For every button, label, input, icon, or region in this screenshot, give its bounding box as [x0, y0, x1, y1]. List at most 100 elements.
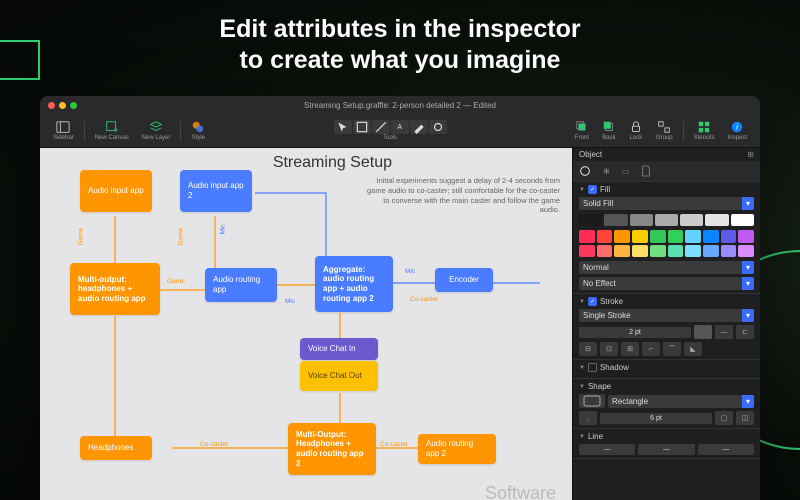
swatch[interactable]: [655, 214, 678, 226]
inspector-grid-toggle[interactable]: ⊞: [747, 150, 754, 159]
line-start-field[interactable]: —: [579, 444, 635, 455]
select-tool-icon[interactable]: [334, 120, 352, 134]
swatch[interactable]: [579, 230, 595, 243]
line-end-field[interactable]: —: [698, 444, 754, 455]
fill-enabled-checkbox[interactable]: ✓: [588, 185, 597, 194]
text-tool-icon[interactable]: A: [391, 120, 409, 134]
section-shadow: Shadow: [573, 360, 760, 379]
node-audio-input-app[interactable]: Audio input app: [80, 170, 152, 212]
node-encoder[interactable]: Encoder: [435, 268, 493, 292]
tab-properties[interactable]: ✻: [597, 161, 616, 181]
stroke-cap-dropdown[interactable]: ⊏: [736, 325, 754, 339]
canvas[interactable]: Streaming Setup Initial experiments sugg…: [40, 148, 572, 500]
swatch[interactable]: [604, 214, 627, 226]
new-layer-button[interactable]: New Layer: [137, 119, 176, 142]
node-audio-routing-app-2[interactable]: Audio routing app 2: [418, 434, 496, 464]
node-voice-chat-in[interactable]: Voice Chat In: [300, 338, 378, 360]
stroke-join-round[interactable]: ⌒: [663, 342, 681, 356]
minimize-icon[interactable]: [59, 102, 66, 109]
inspect-button[interactable]: i Inspect: [723, 119, 752, 142]
tab-canvas[interactable]: ▭: [616, 161, 636, 181]
node-audio-routing-app[interactable]: Audio routing app: [205, 268, 277, 302]
shape-tool-icon[interactable]: [353, 120, 371, 134]
line-tool-icon[interactable]: [372, 120, 390, 134]
shadow-enabled-checkbox[interactable]: [588, 363, 597, 372]
edge-label: Co-caster: [410, 296, 438, 303]
shape-option-1[interactable]: ▢: [715, 411, 733, 425]
stroke-dash-dropdown[interactable]: —: [715, 325, 733, 339]
swatch[interactable]: [597, 230, 613, 243]
tab-object[interactable]: [573, 161, 597, 181]
swatch[interactable]: [650, 230, 666, 243]
swatch[interactable]: [579, 245, 595, 258]
fill-effect-dropdown[interactable]: No Effect: [579, 277, 754, 290]
fill-type-dropdown[interactable]: Solid Fill: [579, 197, 754, 210]
node-headphones[interactable]: Headphones: [80, 436, 152, 460]
swatch[interactable]: [614, 245, 630, 258]
window-title: Streaming Setup.graffle: 2-person detail…: [40, 101, 760, 110]
swatch[interactable]: [579, 214, 602, 226]
node-multi-output-2[interactable]: Multi-Output: Headphones + audio routing…: [288, 423, 376, 475]
swatch[interactable]: [731, 214, 754, 226]
window-controls[interactable]: [48, 102, 77, 109]
swatch[interactable]: [738, 230, 754, 243]
stroke-color-swatch[interactable]: [694, 325, 712, 339]
stroke-position-center[interactable]: ⊡: [600, 342, 618, 356]
back-button[interactable]: Back: [597, 119, 621, 142]
shape-preview[interactable]: [579, 394, 605, 408]
swatch[interactable]: [668, 245, 684, 258]
swatch[interactable]: [703, 230, 719, 243]
stroke-enabled-checkbox[interactable]: ✓: [588, 297, 597, 306]
swatch[interactable]: [705, 214, 728, 226]
blend-mode-dropdown[interactable]: Normal: [579, 261, 754, 274]
node-multi-output-1[interactable]: Multi-output: headphones + audio routing…: [70, 263, 160, 315]
swatch[interactable]: [738, 245, 754, 258]
edge-label: Co-caster: [380, 441, 408, 448]
diagram-title: Streaming Setup: [273, 154, 392, 172]
shape-option-2[interactable]: ◫: [736, 411, 754, 425]
sidebar-button[interactable]: Sidebar: [48, 119, 79, 142]
tools-group[interactable]: A Tools: [329, 119, 452, 142]
node-aggregate[interactable]: Aggregate: audio routing app + audio rou…: [315, 256, 393, 312]
group-button[interactable]: Group: [651, 119, 678, 142]
brush-tool-icon[interactable]: [429, 120, 447, 134]
diagram-description: Initial experiments suggest a delay of 2…: [365, 176, 560, 215]
stroke-position-outside[interactable]: ⊞: [621, 342, 639, 356]
stroke-type-dropdown[interactable]: Single Stroke: [579, 309, 754, 322]
swatch[interactable]: [668, 230, 684, 243]
close-icon[interactable]: [48, 102, 55, 109]
node-audio-input-app-2[interactable]: Audio input app 2: [180, 170, 252, 212]
front-button[interactable]: Front: [570, 119, 594, 142]
swatch[interactable]: [721, 230, 737, 243]
swatch[interactable]: [597, 245, 613, 258]
swatch[interactable]: [680, 214, 703, 226]
swatch[interactable]: [632, 230, 648, 243]
toolbar: Sidebar + New Canvas New Layer Style A: [40, 114, 760, 148]
stroke-join-bevel[interactable]: ◣: [684, 342, 702, 356]
color-swatches: [579, 230, 754, 257]
info-icon: i: [730, 120, 744, 134]
swatch[interactable]: [630, 214, 653, 226]
line-mid-field[interactable]: —: [638, 444, 694, 455]
pen-tool-icon[interactable]: [410, 120, 428, 134]
swatch[interactable]: [721, 245, 737, 258]
lock-button[interactable]: Lock: [624, 119, 648, 142]
zoom-icon[interactable]: [70, 102, 77, 109]
new-canvas-button[interactable]: + New Canvas: [90, 119, 134, 142]
swatch[interactable]: [703, 245, 719, 258]
stroke-position-inside[interactable]: ⊟: [579, 342, 597, 356]
swatch[interactable]: [650, 245, 666, 258]
swatch[interactable]: [614, 230, 630, 243]
node-voice-chat-out[interactable]: Voice Chat Out: [300, 361, 378, 391]
corner-radius-field[interactable]: 6 pt: [600, 413, 712, 424]
stroke-join-miter[interactable]: ⌐: [642, 342, 660, 356]
swatch[interactable]: [685, 245, 701, 258]
swatch[interactable]: [632, 245, 648, 258]
stencils-button[interactable]: Stencils: [689, 119, 720, 142]
shape-type-dropdown[interactable]: Rectangle: [608, 395, 754, 408]
tab-document[interactable]: [635, 161, 657, 181]
stroke-width-field[interactable]: 2 pt: [579, 327, 691, 338]
edge-label: Mic: [405, 268, 415, 275]
style-button[interactable]: Style: [186, 119, 210, 142]
swatch[interactable]: [685, 230, 701, 243]
